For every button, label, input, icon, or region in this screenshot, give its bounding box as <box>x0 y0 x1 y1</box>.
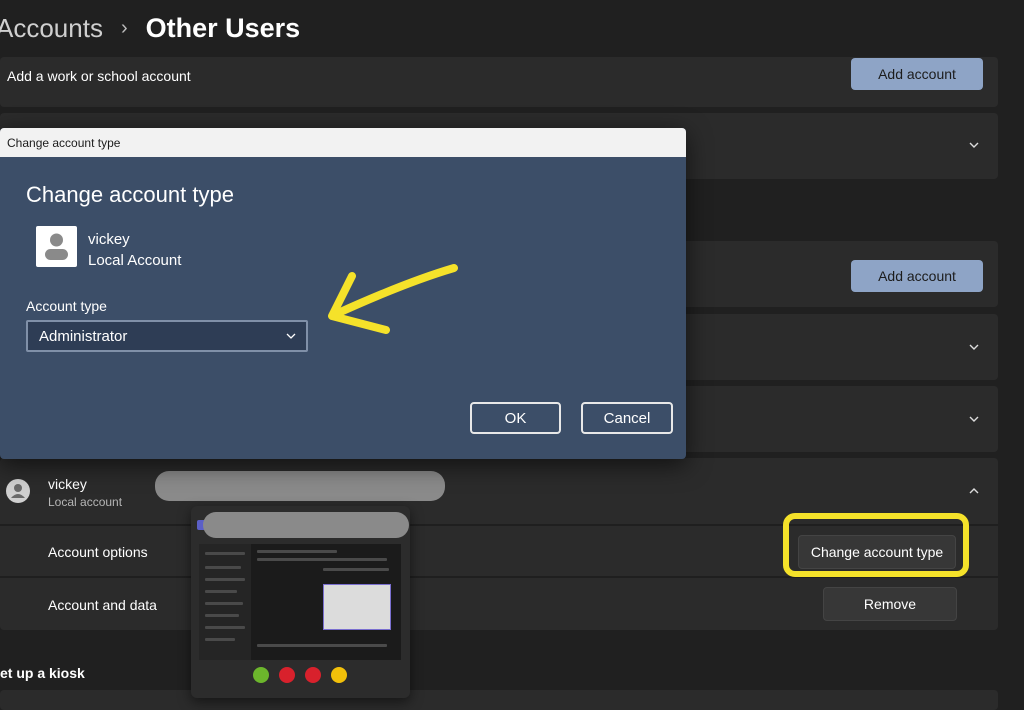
add-work-account-button[interactable]: Add account <box>851 58 983 90</box>
dialog-avatar <box>36 226 77 267</box>
status-available-icon[interactable] <box>253 667 269 683</box>
chevron-down-icon <box>969 142 979 148</box>
dialog-user-name: vickey <box>88 231 130 248</box>
cancel-button[interactable]: Cancel <box>581 402 673 434</box>
preview-window <box>323 584 391 630</box>
status-dnd-icon[interactable] <box>305 667 321 683</box>
account-type-value: Administrator <box>39 327 128 345</box>
chevron-up-icon <box>969 488 979 494</box>
account-type-label: Account type <box>26 298 107 314</box>
page-title: Other Users <box>145 12 301 43</box>
account-options-label: Account options <box>48 544 148 560</box>
account-type-select[interactable]: Administrator <box>26 320 308 352</box>
work-school-card: Add a work or school account Add account <box>0 57 998 107</box>
teams-preview-popup[interactable] <box>191 506 410 698</box>
dialog-heading: Change account type <box>26 182 234 207</box>
redaction-scribble <box>203 512 409 538</box>
account-data-label: Account and data <box>48 597 157 613</box>
kiosk-card[interactable] <box>0 690 998 710</box>
yellow-highlight-box <box>783 513 969 577</box>
work-school-label: Add a work or school account <box>7 68 191 84</box>
chevron-down-icon <box>286 333 296 339</box>
user-name: vickey <box>48 476 87 492</box>
breadcrumb-separator: › <box>120 16 128 39</box>
redaction-scribble <box>155 471 445 501</box>
status-away-icon[interactable] <box>331 667 347 683</box>
user-avatar-icon <box>6 479 30 503</box>
dialog-titlebar[interactable]: Change account type <box>0 128 686 157</box>
breadcrumb: Accounts › Other Users <box>0 8 300 48</box>
add-family-account-button[interactable]: Add account <box>851 260 983 292</box>
preview-thumbnail <box>199 544 401 660</box>
remove-account-button[interactable]: Remove <box>823 587 957 621</box>
breadcrumb-parent[interactable]: Accounts <box>0 13 103 44</box>
ok-button[interactable]: OK <box>470 402 561 434</box>
user-type: Local account <box>48 495 123 509</box>
yellow-arrow-annotation <box>328 264 458 334</box>
dialog-user-info: vickey Local Account <box>88 229 181 271</box>
status-busy-icon[interactable] <box>279 667 295 683</box>
user-avatar-icon <box>45 233 68 260</box>
kiosk-heading: et up a kiosk <box>0 665 85 681</box>
dialog-user-type: Local Account <box>88 252 182 269</box>
chevron-down-icon <box>969 344 979 350</box>
chevron-down-icon <box>969 416 979 422</box>
